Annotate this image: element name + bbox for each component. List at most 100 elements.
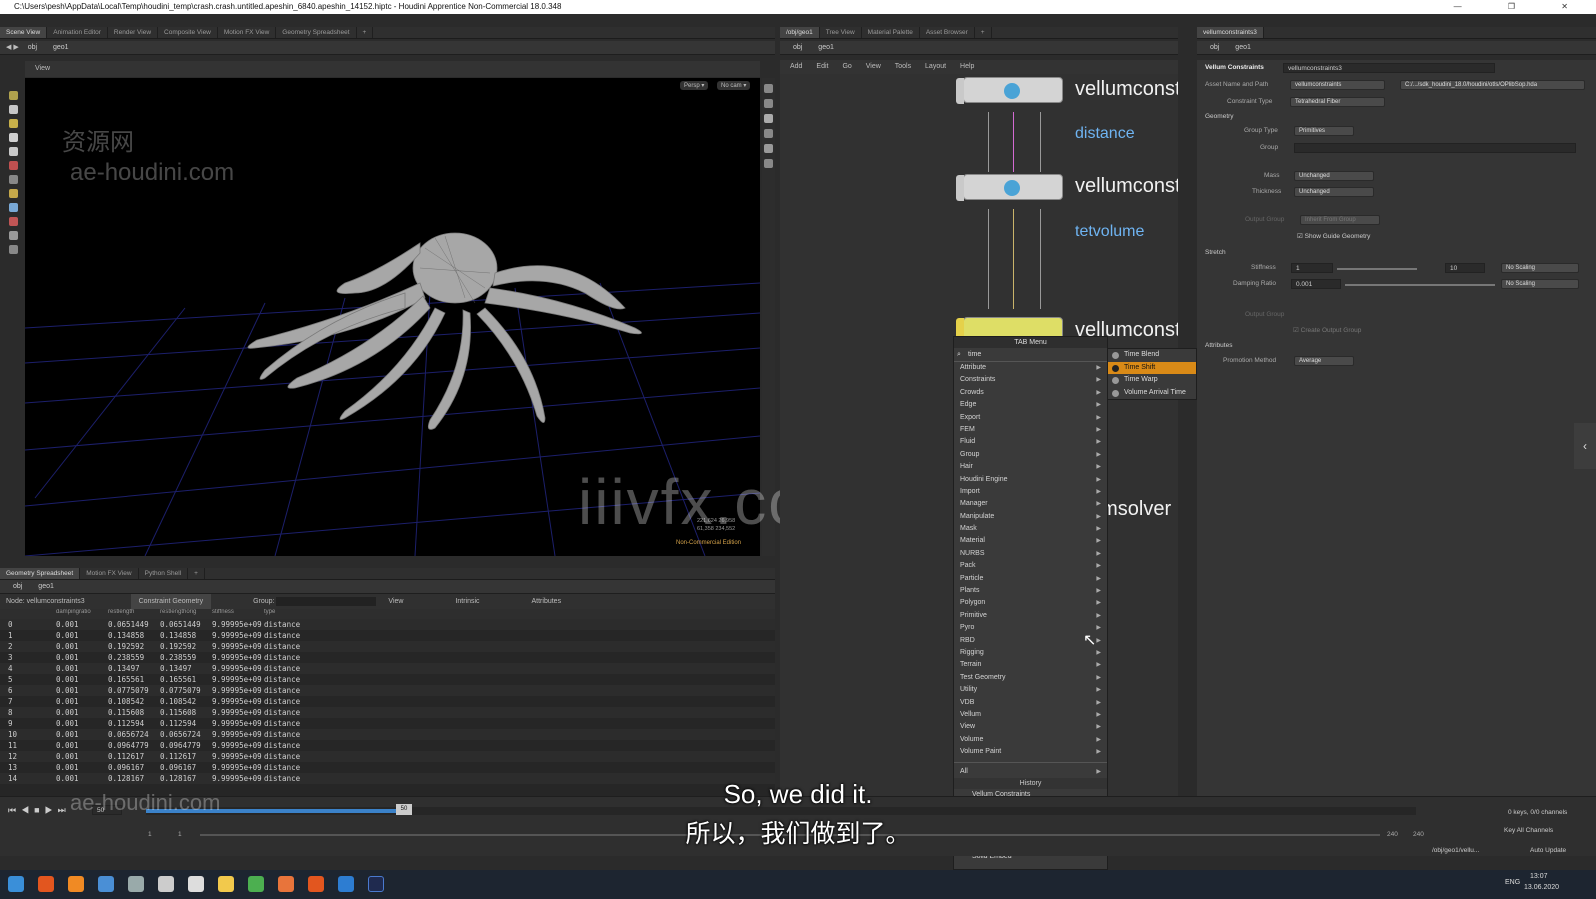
group-param-field[interactable] xyxy=(1294,143,1576,153)
tab-motion-fx[interactable]: Motion FX View xyxy=(80,568,139,579)
select-tool-icon[interactable] xyxy=(9,91,18,100)
window-controls[interactable]: — ❐ ✕ xyxy=(1454,0,1590,14)
folder-icon[interactable] xyxy=(218,876,234,892)
view-tool-icon[interactable] xyxy=(9,147,18,156)
tab-menu-item[interactable]: Fluid ▶ xyxy=(954,436,1107,448)
column-header[interactable]: dampingratio xyxy=(56,609,108,615)
geometry-dropdown[interactable]: Constraint Geometry xyxy=(130,594,212,609)
asset-path-field[interactable]: C:/.../sdk_houdini_18.0/houdini/otls/OPl… xyxy=(1400,80,1585,90)
tab-menu-item[interactable]: Attribute ▶ xyxy=(954,362,1107,374)
calculator-icon[interactable] xyxy=(188,876,204,892)
asset-name-dropdown[interactable]: vellumconstraints xyxy=(1290,80,1385,90)
menu-layout[interactable]: Layout xyxy=(925,63,946,70)
intrinsic-dropdown[interactable]: Intrinsic xyxy=(455,598,479,605)
menu-view[interactable]: View xyxy=(866,63,881,70)
pointer-tool-icon[interactable] xyxy=(9,133,18,142)
tab-menu-item[interactable]: Manager ▶ xyxy=(954,498,1107,510)
tab-menu-item[interactable]: Import ▶ xyxy=(954,486,1107,498)
add-tab-button[interactable]: + xyxy=(357,27,374,38)
tab-menu-item[interactable]: Particle ▶ xyxy=(954,573,1107,585)
collapse-arrow-icon[interactable]: ‹ xyxy=(1574,423,1596,469)
app-icon-5[interactable] xyxy=(158,876,174,892)
menu-add[interactable]: Add xyxy=(790,63,802,70)
lock-icon[interactable] xyxy=(764,114,773,123)
tab-menu-item[interactable]: Volume ▶ xyxy=(954,734,1107,746)
tab-menu-item[interactable]: Primitive ▶ xyxy=(954,610,1107,622)
damping-slider[interactable] xyxy=(1345,284,1495,286)
handle-tool-icon[interactable] xyxy=(9,175,18,184)
tab-geometry-spreadsheet[interactable]: Geometry Spreadsheet xyxy=(276,27,357,38)
mass-dropdown[interactable]: Unchanged xyxy=(1294,171,1374,181)
tab-menu-item[interactable]: View ▶ xyxy=(954,721,1107,733)
table-row[interactable]: 4 0.001 0.13497 0.13497 9.99995e+09 distance xyxy=(0,663,775,674)
table-row[interactable]: 12 0.001 0.112617 0.112617 9.99995e+09 distan… xyxy=(0,751,775,762)
ghost-icon[interactable] xyxy=(764,129,773,138)
normals-icon[interactable] xyxy=(764,159,773,168)
net-path-geo[interactable]: geo1 xyxy=(811,41,841,54)
tab-menu-item[interactable]: Vellum ▶ xyxy=(954,709,1107,721)
table-row[interactable]: 9 0.001 0.112594 0.112594 9.99995e+09 distanc… xyxy=(0,718,775,729)
menu-tools[interactable]: Tools xyxy=(895,63,911,70)
app-icon-10[interactable] xyxy=(308,876,324,892)
tab-network[interactable]: /obj/geo1 xyxy=(780,27,820,38)
pose-tool-icon[interactable] xyxy=(9,119,18,128)
tab-menu-search[interactable]: ⌕ time xyxy=(954,348,1107,362)
chrome-icon[interactable] xyxy=(248,876,264,892)
node-name-field[interactable]: vellumconstraints3 xyxy=(1283,63,1495,73)
damping-field[interactable]: 0.001 xyxy=(1291,279,1341,289)
table-row[interactable]: 0 0.001 0.0651449 0.0651449 9.99995e+09 dista… xyxy=(0,619,775,630)
params-path-obj[interactable]: obj xyxy=(1203,41,1226,54)
show-guide-checkbox[interactable]: ☑ Show Guide Geometry xyxy=(1297,232,1370,240)
light-tool-icon[interactable] xyxy=(9,245,18,254)
path-geo[interactable]: geo1 xyxy=(46,41,76,54)
constraint-type-dropdown[interactable]: Tetrahedral Fiber xyxy=(1290,97,1385,107)
tab-menu-item[interactable]: Test Geometry ▶ xyxy=(954,672,1107,684)
start-icon[interactable] xyxy=(8,876,24,892)
attributes-section[interactable]: Attributes xyxy=(1205,342,1232,349)
tab-menu-item[interactable]: Volume Paint ▶ xyxy=(954,746,1107,758)
menu-help[interactable]: Help xyxy=(960,63,974,70)
tab-spreadsheet[interactable]: Geometry Spreadsheet xyxy=(0,568,81,579)
stiffness-exponent[interactable]: 10 xyxy=(1445,263,1485,273)
app-icon-3[interactable] xyxy=(98,876,114,892)
snap-tool-icon[interactable] xyxy=(9,189,18,198)
table-row[interactable]: 1 0.001 0.134858 0.134858 9.99995e+09 distanc… xyxy=(0,630,775,641)
tab-menu-item[interactable]: Constraints ▶ xyxy=(954,374,1107,386)
persp-menu[interactable]: Persp ▾ xyxy=(680,81,709,90)
table-row[interactable]: 8 0.001 0.115608 0.115608 9.99995e+09 distanc… xyxy=(0,707,775,718)
table-row[interactable]: 5 0.001 0.165561 0.165561 9.99995e+09 distanc… xyxy=(0,674,775,685)
params-path-geo[interactable]: geo1 xyxy=(1228,41,1258,54)
table-row[interactable]: 7 0.001 0.108542 0.108542 9.99995e+09 distanc… xyxy=(0,696,775,707)
move-tool-icon[interactable] xyxy=(9,105,18,114)
menu-time-blend[interactable]: Time Blend xyxy=(1108,349,1196,362)
table-row[interactable]: 3 0.001 0.238559 0.238559 9.99995e+09 distanc… xyxy=(0,652,775,663)
tab-menu-all[interactable]: All ▶ xyxy=(954,766,1107,778)
app-icon-1[interactable] xyxy=(38,876,54,892)
tab-menu-item[interactable]: VDB ▶ xyxy=(954,697,1107,709)
column-header[interactable]: restlengthorig xyxy=(160,609,212,615)
create-output-checkbox[interactable]: ☑ Create Output Group xyxy=(1293,326,1361,334)
group-field[interactable] xyxy=(276,596,377,606)
path-geo-2[interactable]: geo1 xyxy=(31,580,61,593)
render-tool-icon[interactable] xyxy=(9,231,18,240)
photoshop-icon[interactable] xyxy=(368,876,384,892)
tab-menu-item[interactable]: Terrain ▶ xyxy=(954,659,1107,671)
thickness-dropdown[interactable]: Unchanged xyxy=(1294,187,1374,197)
damping-scaling-dropdown[interactable]: No Scaling xyxy=(1501,279,1579,289)
attributes-dropdown[interactable]: Attributes xyxy=(532,598,562,605)
stiffness-scaling-dropdown[interactable]: No Scaling xyxy=(1501,263,1579,273)
inherit-dropdown[interactable]: Inherit From Group xyxy=(1300,215,1380,225)
view-dropdown[interactable]: View xyxy=(388,598,403,605)
add-tab-button-2[interactable]: + xyxy=(188,568,205,579)
tab-menu-item[interactable]: Export ▶ xyxy=(954,412,1107,424)
tab-menu-item[interactable]: Pack ▶ xyxy=(954,560,1107,572)
display-icon[interactable] xyxy=(764,84,773,93)
column-header[interactable]: stiffness xyxy=(212,609,264,615)
group-type-dropdown[interactable]: Primitives xyxy=(1294,126,1354,136)
forward-icon[interactable]: ▶ xyxy=(13,44,18,51)
app-icon-9[interactable] xyxy=(278,876,294,892)
points-icon[interactable] xyxy=(764,144,773,153)
houdini-icon[interactable] xyxy=(68,876,84,892)
tab-menu-item[interactable]: Material ▶ xyxy=(954,535,1107,547)
tab-python-shell[interactable]: Python Shell xyxy=(139,568,189,579)
